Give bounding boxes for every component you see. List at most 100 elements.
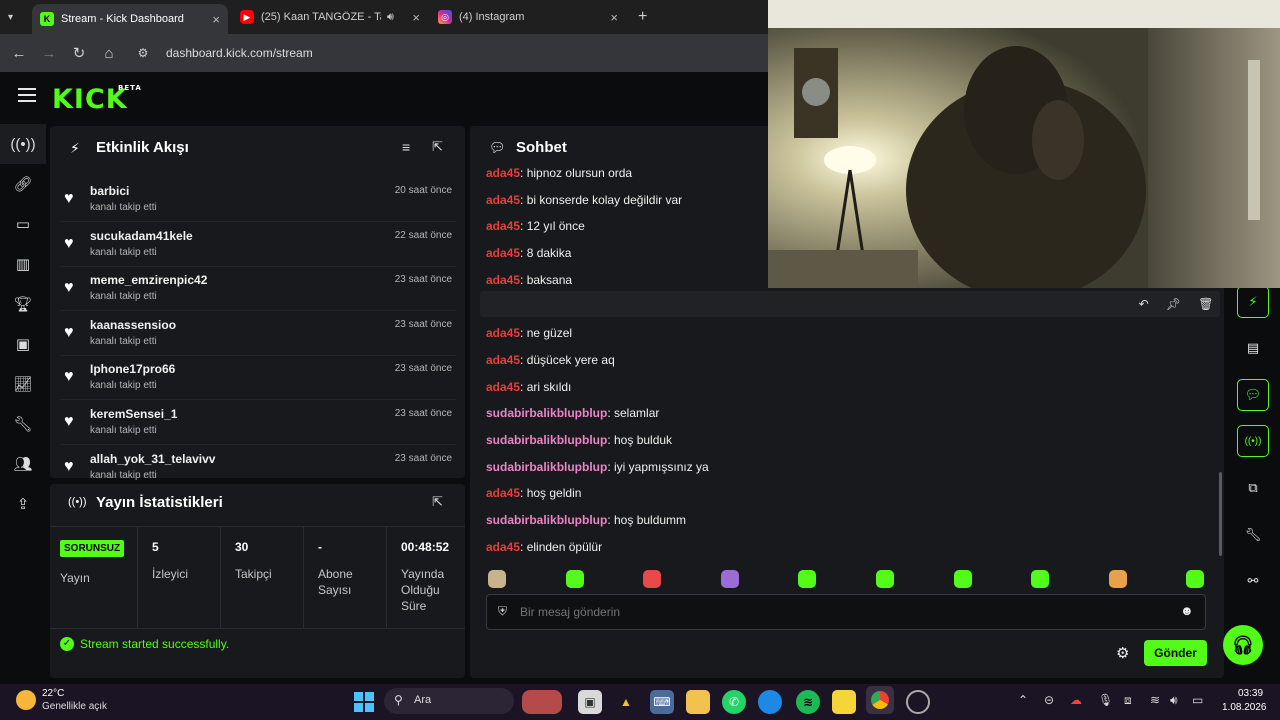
speaker-icon[interactable]: 🔊︎ <box>387 11 394 24</box>
chat-username[interactable]: ada45 <box>486 326 520 340</box>
chat-message[interactable]: ada45: ari skıldı <box>486 380 571 394</box>
reload-icon[interactable]: ↻ <box>64 44 94 62</box>
tab-list-button[interactable]: ▾ <box>0 4 32 30</box>
volume-icon[interactable]: 🔊︎ <box>1170 693 1178 708</box>
chart-icon[interactable]: ▥ <box>0 244 46 284</box>
chat-message[interactable]: ada45: elinden öpülür <box>486 540 602 554</box>
share-icon[interactable]: ⚯ <box>1237 565 1269 597</box>
event-username[interactable]: allah_yok_31_telavivv <box>90 452 215 466</box>
reply-icon[interactable]: ↶ <box>1139 297 1149 311</box>
chat-message[interactable]: sudabirbalikblupblup: hoş buldumm <box>486 513 686 527</box>
video-icon[interactable]: ▣ <box>0 324 46 364</box>
filter-icon[interactable]: ≡ <box>402 139 410 155</box>
chat-username[interactable]: ada45 <box>486 219 520 233</box>
chat-message[interactable]: ada45: baksana <box>486 273 572 287</box>
chat-message[interactable]: ada45: düşücek yere aq <box>486 353 615 367</box>
event-username[interactable]: keremSensei_1 <box>90 407 177 421</box>
send-button[interactable]: Gönder <box>1144 640 1207 666</box>
site-settings-icon[interactable]: ⚙ <box>128 46 158 60</box>
chat-username[interactable]: sudabirbalikblupblup <box>486 460 607 474</box>
chat-bubble-icon[interactable]: 💬︎ <box>1237 379 1269 411</box>
chat-message[interactable]: ada45: 8 dakika <box>486 246 571 260</box>
tab-kick-dashboard[interactable]: K Stream - Kick Dashboard × <box>32 4 228 34</box>
wrench-icon[interactable]: 🔧︎ <box>1237 519 1269 551</box>
tray-cloud-icon[interactable]: ☁ <box>1070 693 1082 707</box>
chat-username[interactable]: sudabirbalikblupblup <box>486 433 607 447</box>
emoji-icon[interactable]: ☻ <box>1180 603 1194 618</box>
event-username[interactable]: barbici <box>90 184 129 198</box>
chat-message[interactable]: sudabirbalikblupblup: hoş bulduk <box>486 433 672 447</box>
chat-username[interactable]: ada45 <box>486 246 520 260</box>
close-icon[interactable]: × <box>212 12 220 27</box>
chat-message[interactable]: sudabirbalikblupblup: iyi yapmışsınız ya <box>486 460 709 474</box>
tray-chevron-up-icon[interactable]: ⌃ <box>1018 693 1028 707</box>
microphone-icon[interactable]: 🎙︎ <box>1098 693 1113 707</box>
home-icon[interactable]: ⌂ <box>94 45 124 62</box>
chat-username[interactable]: sudabirbalikblupblup <box>486 513 607 527</box>
bucket-emote-icon[interactable] <box>565 570 584 588</box>
shield-icon[interactable]: ⛨ <box>498 604 507 619</box>
tray-app-icon[interactable]: ⊝ <box>1044 693 1054 707</box>
chat-scrollbar[interactable] <box>1219 472 1222 556</box>
event-username[interactable]: Iphone17pro66 <box>90 362 175 376</box>
app-vector-icon[interactable]: ▲ <box>614 690 638 714</box>
chat-username[interactable]: ada45 <box>486 380 520 394</box>
chat-username[interactable]: ada45 <box>486 273 520 287</box>
chat-username[interactable]: ada45 <box>486 193 520 207</box>
keyboard-icon[interactable]: ⌨ <box>650 690 674 714</box>
lightning-icon[interactable]: ⚡︎ <box>1237 286 1269 318</box>
notes-icon[interactable]: ▤ <box>1237 332 1269 364</box>
chat-message[interactable]: ada45: hoş geldin <box>486 486 581 500</box>
activity-event-row[interactable]: ♥ meme_emzirenpic42 kanalı takip etti 23 sa… <box>60 267 456 312</box>
tab-youtube[interactable]: ▶ (25) Kaan TANGÖZE - Taksim 🔊︎ × <box>232 4 428 30</box>
red-face-emote-icon[interactable] <box>643 570 662 588</box>
green-face-emote-icon[interactable] <box>798 570 817 588</box>
obs-icon[interactable] <box>906 690 930 714</box>
stream-broadcast-icon[interactable]: ((•)) <box>0 124 46 164</box>
chat-message[interactable]: ada45: ne güzel <box>486 326 572 340</box>
clock-time[interactable]: 03:39 <box>1238 688 1263 699</box>
spotify-icon[interactable]: ≋ <box>796 690 820 714</box>
chat-username[interactable]: ada45 <box>486 486 520 500</box>
chat-username[interactable]: ada45 <box>486 166 520 180</box>
close-icon[interactable]: × <box>412 10 420 25</box>
weather-temp[interactable]: 22°C <box>42 688 64 699</box>
wifi-icon[interactable]: ≋ <box>1150 693 1160 707</box>
fire-emote-icon[interactable] <box>1108 570 1127 588</box>
new-tab-button[interactable]: + <box>630 4 654 30</box>
broadcast-icon[interactable]: ((•)) <box>1237 425 1269 457</box>
chat-message-input[interactable] <box>520 600 1160 624</box>
smile-emote-icon[interactable] <box>1186 570 1205 588</box>
taskbar-search-box[interactable] <box>384 688 514 714</box>
edge-browser-icon[interactable] <box>758 690 782 714</box>
blob-emote-icon[interactable] <box>953 570 972 588</box>
wrench-icon[interactable]: 🔧︎ <box>0 404 46 444</box>
clock-date[interactable]: 1.08.2026 <box>1222 702 1267 713</box>
analytics-icon[interactable]: 📈︎ <box>0 364 46 404</box>
activity-event-row[interactable]: ♥ allah_yok_31_telavivv kanalı takip etti 2… <box>60 446 456 490</box>
event-username[interactable]: meme_emzirenpic42 <box>90 273 207 287</box>
ghost-emote-icon[interactable] <box>1031 570 1050 588</box>
cat-emote-icon[interactable] <box>488 570 506 588</box>
chat-username[interactable]: sudabirbalikblupblup <box>486 406 607 420</box>
windows-start-icon[interactable] <box>352 690 376 714</box>
chat-username[interactable]: ada45 <box>486 540 520 554</box>
pin-icon[interactable]: 📌︎ <box>1166 297 1181 311</box>
tab-instagram[interactable]: ◎ (4) Instagram × <box>430 4 626 30</box>
url-field[interactable]: dashboard.kick.com/stream <box>166 46 313 60</box>
upload-icon[interactable]: ⇪ <box>0 484 46 524</box>
chat-message[interactable]: ada45: 12 yıl önce <box>486 219 585 233</box>
activity-event-row[interactable]: ♥ Iphone17pro66 kanalı takip etti 23 saat ö… <box>60 356 456 401</box>
chat-message[interactable]: ada45: hipnoz olursun orda <box>486 166 632 180</box>
whatsapp-icon[interactable]: ✆ <box>722 690 746 714</box>
task-view-icon[interactable]: ▣ <box>578 690 602 714</box>
delete-icon[interactable]: 🗑︎ <box>1198 297 1213 311</box>
users-icon[interactable]: 👥︎ <box>0 444 46 484</box>
chat-username[interactable]: ada45 <box>486 353 520 367</box>
search-highlight-icon[interactable] <box>522 690 562 714</box>
trophy-icon[interactable]: 🏆︎ <box>0 284 46 324</box>
dollar-emote-icon[interactable] <box>876 570 894 588</box>
activity-event-row[interactable]: ♥ kaanassensioo kanalı takip etti 23 saat ö… <box>60 312 456 356</box>
window-icon[interactable]: ▭ <box>0 204 46 244</box>
popout-icon[interactable]: ⇱ <box>432 139 443 155</box>
